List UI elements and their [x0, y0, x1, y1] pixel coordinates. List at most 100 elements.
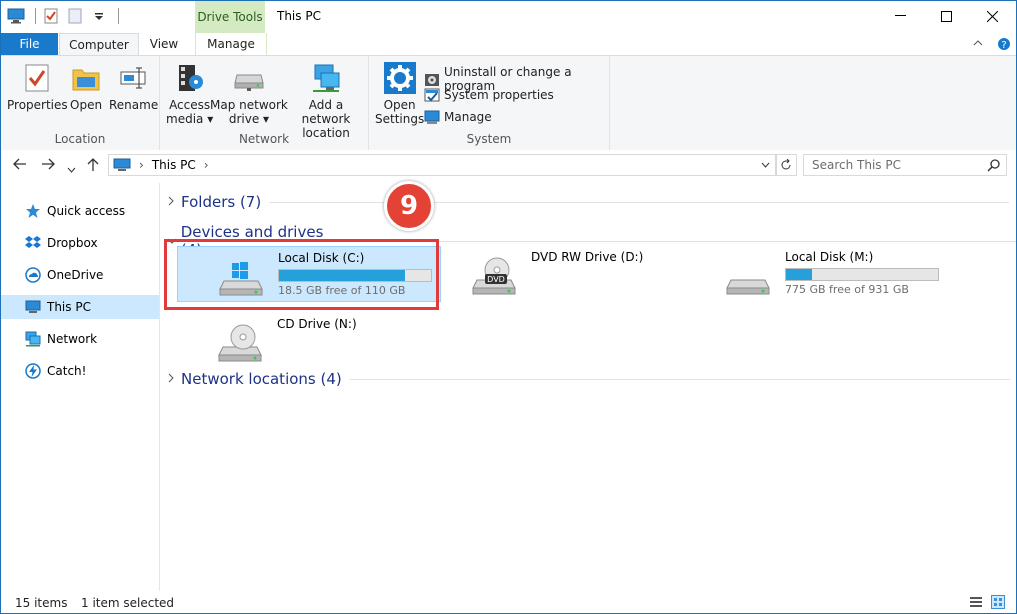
open-button[interactable]: Open: [70, 62, 102, 112]
drive-tools-header: Drive Tools: [195, 1, 265, 33]
sidebar-item-onedrive[interactable]: OneDrive: [1, 263, 159, 287]
toolbar-separator: [118, 8, 119, 24]
drive-tile-n[interactable]: CD Drive (N:): [177, 313, 439, 367]
manage-computer-button[interactable]: Manage: [424, 109, 492, 125]
close-icon: [986, 10, 998, 22]
location-group: Properties Open Rename Location: [1, 56, 160, 150]
address-bar[interactable]: › This PC ›: [108, 154, 777, 176]
cd-drive-icon: [217, 323, 265, 363]
sidebar-label: Catch!: [47, 364, 87, 378]
navigation-bar: › This PC › Search This PC: [1, 150, 1016, 180]
sidebar-item-this-pc[interactable]: This PC: [1, 295, 159, 319]
section-divider: [354, 240, 1016, 242]
manage-label: Manage: [444, 110, 492, 124]
quick-access-toolbar: [7, 7, 119, 25]
search-icon[interactable]: [987, 158, 1000, 172]
open-label: Open: [70, 98, 103, 112]
dvd-logo-text: DVD: [487, 275, 505, 284]
add-network-location-button[interactable]: Add a network location: [284, 62, 368, 140]
open-settings-button[interactable]: Open Settings: [375, 62, 424, 126]
computer-icon[interactable]: [7, 7, 25, 25]
refresh-button[interactable]: [775, 154, 797, 176]
details-view-icon[interactable]: [969, 595, 983, 612]
svg-text:?: ?: [1001, 40, 1006, 51]
help-icon[interactable]: ?: [997, 37, 1011, 54]
this-pc-icon: [113, 158, 131, 172]
chevron-right-icon: [167, 195, 181, 209]
open-settings-label-1: Open: [383, 98, 416, 112]
drive-name: Local Disk (M:): [785, 250, 874, 264]
tab-manage[interactable]: Manage: [195, 33, 267, 55]
section-folders[interactable]: Folders (7): [167, 193, 1010, 211]
rename-label: Rename: [109, 98, 159, 112]
recent-locations-chevron-icon[interactable]: [67, 162, 76, 176]
sidebar-label: Network: [47, 332, 98, 346]
step-number-badge: 9: [384, 181, 434, 231]
section-divider: [269, 201, 1010, 203]
add-location-label-1: Add a network: [301, 98, 351, 126]
sidebar-label: Dropbox: [47, 236, 98, 250]
drive-usage-bar: [785, 268, 939, 281]
sidebar-item-quick-access[interactable]: Quick access: [1, 199, 159, 223]
breadcrumb-this-pc[interactable]: This PC: [152, 158, 196, 172]
ribbon: Properties Open Rename Location Access m…: [1, 55, 1016, 151]
sidebar-label: Quick access: [47, 204, 126, 218]
system-properties-label: System properties: [444, 88, 554, 102]
tab-computer[interactable]: Computer: [59, 33, 139, 56]
breadcrumb-separator-icon[interactable]: ›: [139, 158, 144, 172]
tab-file[interactable]: File: [1, 33, 58, 55]
sidebar-item-network[interactable]: Network: [1, 327, 159, 351]
ribbon-tabs: File Computer View Manage ?: [1, 33, 1016, 56]
rename-button[interactable]: Rename: [109, 62, 158, 112]
up-arrow-icon[interactable]: [87, 158, 99, 175]
open-folder-icon: [70, 62, 102, 94]
item-count: 15 items: [15, 596, 68, 610]
forward-arrow-icon[interactable]: [41, 158, 55, 173]
breadcrumb-chevron-icon[interactable]: ›: [204, 158, 209, 172]
drive-name: DVD RW Drive (D:): [531, 250, 644, 264]
system-properties-icon: [424, 87, 440, 103]
window-title: This PC: [277, 9, 321, 23]
catch-lightning-icon: [25, 363, 41, 379]
search-box[interactable]: Search This PC: [803, 154, 1007, 176]
sidebar-item-catch[interactable]: Catch!: [1, 359, 159, 383]
hard-drive-icon: [725, 256, 773, 296]
tab-view[interactable]: View: [139, 33, 189, 55]
rename-icon: [118, 62, 150, 94]
drive-tile-m[interactable]: Local Disk (M:) 775 GB free of 931 GB: [685, 246, 947, 300]
sidebar-item-dropbox[interactable]: Dropbox: [1, 231, 159, 255]
sidebar-label: OneDrive: [47, 268, 104, 282]
maximize-button[interactable]: [923, 1, 969, 31]
back-arrow-icon[interactable]: [13, 158, 27, 173]
access-media-icon: [174, 62, 206, 94]
properties-label: Properties: [7, 98, 68, 112]
drive-name: CD Drive (N:): [277, 317, 357, 331]
properties-check-icon[interactable]: [42, 7, 60, 25]
dropbox-icon: [25, 235, 41, 251]
onedrive-cloud-icon: [25, 267, 41, 283]
access-media-button[interactable]: Access media ▾: [166, 62, 213, 126]
section-network-locations[interactable]: Network locations (4): [167, 370, 1010, 388]
toolbar-separator: [35, 8, 36, 24]
properties-button[interactable]: Properties: [7, 62, 68, 112]
properties-icon: [21, 62, 53, 94]
network-locations-heading: Network locations (4): [181, 370, 342, 388]
address-dropdown-icon[interactable]: [761, 162, 770, 168]
new-folder-icon[interactable]: [66, 7, 84, 25]
map-network-drive-button[interactable]: Map network drive ▾: [210, 62, 288, 126]
title-bar: Drive Tools This PC: [1, 1, 1016, 33]
close-button[interactable]: [969, 1, 1015, 31]
refresh-icon: [781, 159, 791, 170]
system-properties-button[interactable]: System properties: [424, 87, 554, 103]
map-drive-label-2: drive ▾: [228, 112, 270, 126]
pane-divider[interactable]: [159, 183, 160, 591]
large-icons-view-icon[interactable]: [991, 595, 1005, 612]
minimize-button[interactable]: [877, 1, 923, 31]
status-bar: 15 items 1 item selected: [1, 591, 1016, 613]
search-input[interactable]: Search This PC: [812, 158, 901, 172]
computer-icon: [25, 299, 41, 315]
section-divider: [349, 378, 1010, 380]
ribbon-collapse-icon[interactable]: [973, 37, 983, 51]
customize-toolbar-icon[interactable]: [90, 7, 108, 25]
drive-tile-d[interactable]: DVD DVD RW Drive (D:): [431, 246, 693, 300]
